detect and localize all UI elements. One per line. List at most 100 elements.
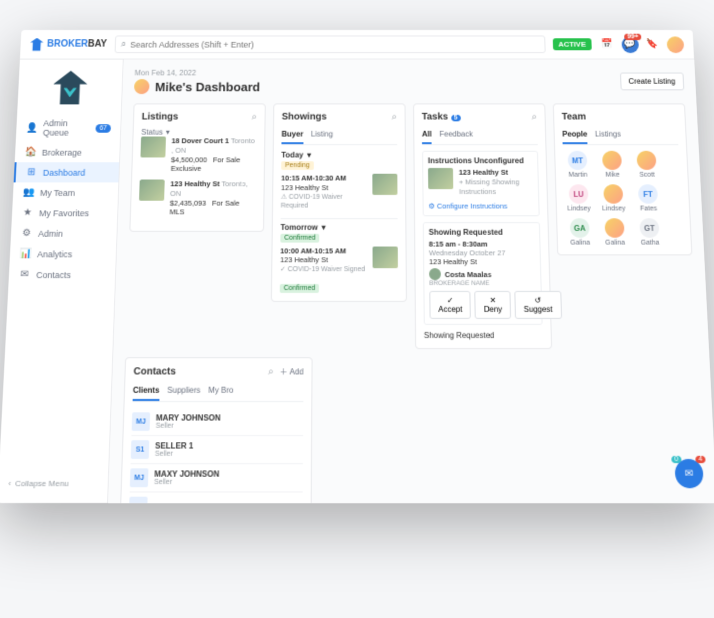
mail-fab[interactable]: ✉ 0 4 [674, 459, 703, 488]
person-avatar: GA [570, 218, 590, 238]
showing-row[interactable]: 10:00 AM-10:15 AM 123 Healthy St ✓ COVID… [280, 246, 398, 274]
team-person[interactable]: MTMartin [563, 151, 593, 179]
tab-people[interactable]: People [562, 128, 588, 144]
thumbnail [140, 137, 166, 158]
confirmed-pill: Confirmed [280, 233, 319, 242]
search-icon[interactable] [392, 112, 397, 122]
contact-row[interactable]: MJMARY JOHNSONSeller [131, 408, 303, 436]
contact-row[interactable]: S1SELLER 1Seller [131, 436, 304, 464]
listing-row[interactable]: 123 Healthy St Toronto, ON$2,435,093 For… [139, 180, 257, 218]
tab-all[interactable]: All [422, 128, 432, 144]
person-avatar [637, 151, 657, 170]
people-grid: MTMartinMikeScott LULindseyLindseyFTFates… [563, 151, 683, 247]
person-avatar: MT [568, 151, 588, 170]
add-contact-button[interactable]: ＋Add [280, 367, 304, 378]
nav-icon: ⊞ [25, 167, 37, 178]
agenda-icon[interactable]: 📅 [599, 36, 617, 53]
sidebar-item-admin[interactable]: ⚙Admin [11, 223, 118, 244]
search-icon[interactable] [532, 112, 538, 122]
tab-clients[interactable]: Clients [133, 384, 160, 401]
sidebar-item-my-team[interactable]: 👥My Team [13, 182, 119, 202]
body: 👤Admin Queue67🏠Brokerage⊞Dashboard👥My Te… [0, 60, 714, 503]
card-title: Team [562, 112, 587, 122]
contact-initials: S1 [131, 440, 150, 459]
sidebar-item-brokerage[interactable]: 🏠Brokerage [15, 142, 120, 162]
tab-broker[interactable]: My Bro [208, 384, 233, 401]
nav-icon: 👥 [23, 187, 35, 198]
thumbnail [428, 168, 453, 189]
pending-pill: Pending [281, 161, 313, 170]
search-icon [121, 39, 127, 49]
sidebar-item-contacts[interactable]: ✉Contacts [8, 264, 115, 285]
tab-suppliers[interactable]: Suppliers [167, 384, 201, 401]
task-box-instructions: Instructions Unconfigured 123 Healthy St… [422, 151, 540, 217]
status-filter[interactable]: Status▾ [141, 128, 257, 137]
brand-logo[interactable]: BROKERBAY [30, 38, 107, 51]
team-person[interactable]: FTFates [633, 184, 663, 212]
chat-icon[interactable]: 💬99+ [621, 36, 639, 53]
card-title: Showings [282, 112, 327, 122]
sidebar-item-my-favorites[interactable]: ★My Favorites [12, 203, 118, 223]
tomorrow-header[interactable]: Tomorrow▾ [280, 223, 397, 232]
deny-button[interactable]: ✕ Deny [475, 291, 511, 319]
thumbnail [373, 246, 398, 268]
team-person[interactable]: LULindsey [564, 184, 594, 212]
chevron-down-icon: ▾ [166, 128, 170, 137]
sidebar-item-dashboard[interactable]: ⊞Dashboard [14, 162, 120, 182]
search-input[interactable] [130, 40, 539, 49]
chevron-down-icon: ▾ [307, 151, 311, 160]
org-logo [52, 71, 88, 105]
thumbnail [372, 174, 397, 195]
card-title: Contacts [133, 367, 176, 378]
confirmed-pill: Confirmed [280, 284, 319, 293]
sidebar-item-admin-queue[interactable]: 👤Admin Queue67 [16, 114, 121, 142]
tab-feedback[interactable]: Feedback [439, 128, 473, 144]
suggest-button[interactable]: ↺ Suggest [514, 291, 561, 319]
configure-link[interactable]: ⚙ Configure Instructions [428, 202, 533, 211]
tab-listings[interactable]: Listings [595, 128, 622, 144]
team-person[interactable]: Mike [597, 151, 627, 179]
showings-card: Showings Buyer Listing Today▾ Pending 10… [271, 103, 407, 302]
sidebar-item-analytics[interactable]: 📊Analytics [9, 244, 116, 265]
sidebar: 👤Admin Queue67🏠Brokerage⊞Dashboard👥My Te… [0, 60, 124, 503]
team-person[interactable]: GTGatha [634, 218, 664, 246]
collapse-menu[interactable]: ‹ Collapse Menu [0, 473, 108, 495]
listing-row[interactable]: 18 Dover Court 1 Toronto , ON$4,500,000 … [140, 137, 257, 174]
contact-row[interactable]: CSCOSTA SELLER [129, 493, 303, 503]
mail-count-right: 4 [695, 456, 705, 463]
search-icon[interactable] [252, 112, 258, 122]
nav: 👤Admin Queue67🏠Brokerage⊞Dashboard👥My Te… [0, 114, 121, 473]
app-window: BROKERBAY ACTIVE 📅 💬99+ 🔖 👤Admin Queue67… [0, 30, 714, 503]
nav-icon: ★ [21, 208, 33, 219]
nav-icon: ✉ [18, 269, 30, 280]
thumbnail [139, 180, 165, 201]
create-listing-button[interactable]: Create Listing [620, 73, 685, 91]
search-icon[interactable] [268, 367, 274, 378]
person-avatar [602, 151, 622, 170]
tab-listing[interactable]: Listing [311, 128, 333, 144]
chevron-left-icon: ‹ [8, 479, 11, 488]
nav-icon: 👤 [26, 123, 38, 133]
tasks-tabs: All Feedback [422, 128, 538, 145]
team-person[interactable]: Scott [632, 151, 662, 179]
tag-icon[interactable]: 🔖 [644, 36, 662, 53]
topbar: BROKERBAY ACTIVE 📅 💬99+ 🔖 [20, 30, 694, 60]
page-title: Mike's Dashboard [155, 80, 260, 94]
card-title: Listings [142, 112, 179, 122]
showing-row[interactable]: 10:15 AM-10:30 AM 123 Healthy St ⚠ COVID… [281, 174, 398, 210]
team-tabs: People Listings [562, 128, 678, 145]
team-person[interactable]: Lindsey [598, 184, 628, 212]
team-person[interactable]: Galina [600, 218, 630, 246]
team-person[interactable]: GAGalina [565, 218, 595, 246]
person-avatar: FT [638, 184, 658, 203]
card-title: Tasks5 [422, 112, 461, 122]
nav-icon: ⚙ [20, 228, 32, 239]
contacts-card: Contacts ＋Add Clients Suppliers My Bro M… [119, 357, 312, 503]
contact-row[interactable]: MJMAXY JOHNSONSeller [130, 464, 303, 492]
nav-icon: 📊 [19, 248, 31, 259]
listings-card: Listings Status▾ 18 Dover Court 1 Toront… [129, 103, 265, 231]
accept-button[interactable]: ✓ Accept [429, 291, 471, 319]
today-header[interactable]: Today▾ [281, 151, 397, 160]
avatar[interactable] [667, 36, 685, 53]
tab-buyer[interactable]: Buyer [281, 128, 303, 144]
